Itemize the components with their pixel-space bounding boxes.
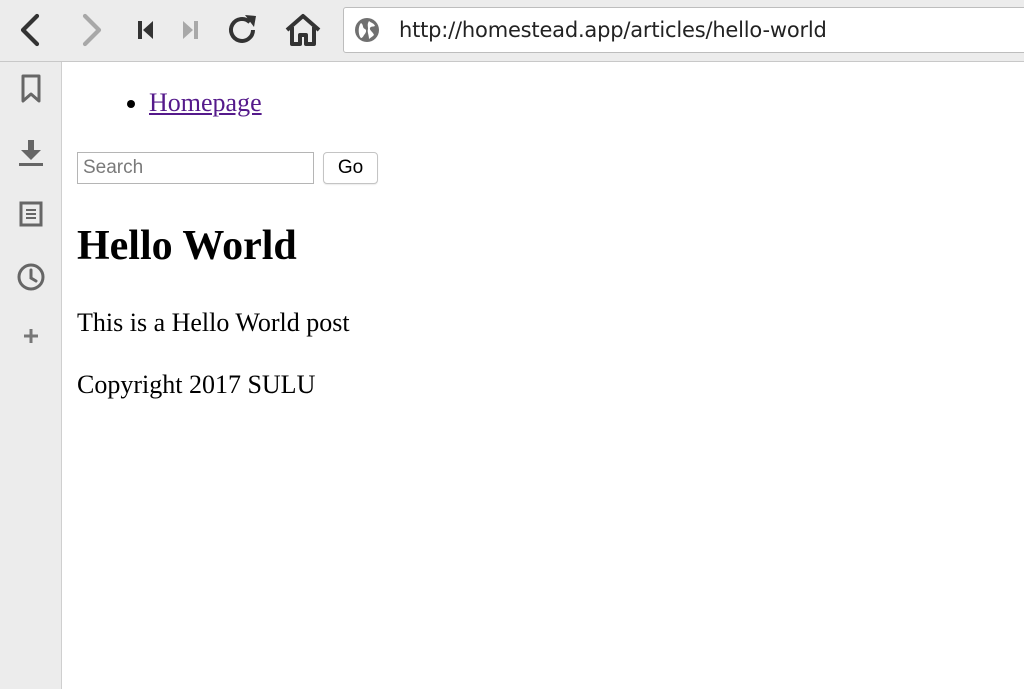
address-bar[interactable]: http://homestead.app/articles/hello-worl… xyxy=(343,7,1024,53)
add-icon[interactable] xyxy=(12,317,50,355)
page-content: Homepage Go Hello World This is a Hello … xyxy=(62,62,1024,689)
notes-icon[interactable] xyxy=(12,195,50,233)
nav-item: Homepage xyxy=(149,88,262,118)
first-icon[interactable] xyxy=(126,9,166,51)
forward-icon[interactable] xyxy=(72,9,112,51)
go-button[interactable]: Go xyxy=(323,152,378,184)
homepage-link[interactable]: Homepage xyxy=(149,88,262,117)
globe-icon xyxy=(353,16,381,44)
post-body: This is a Hello World post xyxy=(77,308,350,337)
download-icon[interactable] xyxy=(12,134,50,172)
bookmark-icon[interactable] xyxy=(12,70,50,108)
search-input[interactable] xyxy=(77,152,314,184)
browser-sidebar xyxy=(0,62,62,689)
reload-icon[interactable] xyxy=(222,9,262,51)
browser-toolbar: http://homestead.app/articles/hello-worl… xyxy=(0,0,1024,62)
search-form: Go xyxy=(77,152,378,184)
last-icon[interactable] xyxy=(170,9,210,51)
copyright-footer: Copyright 2017 SULU xyxy=(77,370,316,399)
site-nav: Homepage xyxy=(117,88,262,118)
home-icon[interactable] xyxy=(283,9,323,51)
history-icon[interactable] xyxy=(12,258,50,296)
page-title: Hello World xyxy=(77,223,297,269)
back-icon[interactable] xyxy=(10,9,50,51)
url-text[interactable]: http://homestead.app/articles/hello-worl… xyxy=(399,18,827,42)
